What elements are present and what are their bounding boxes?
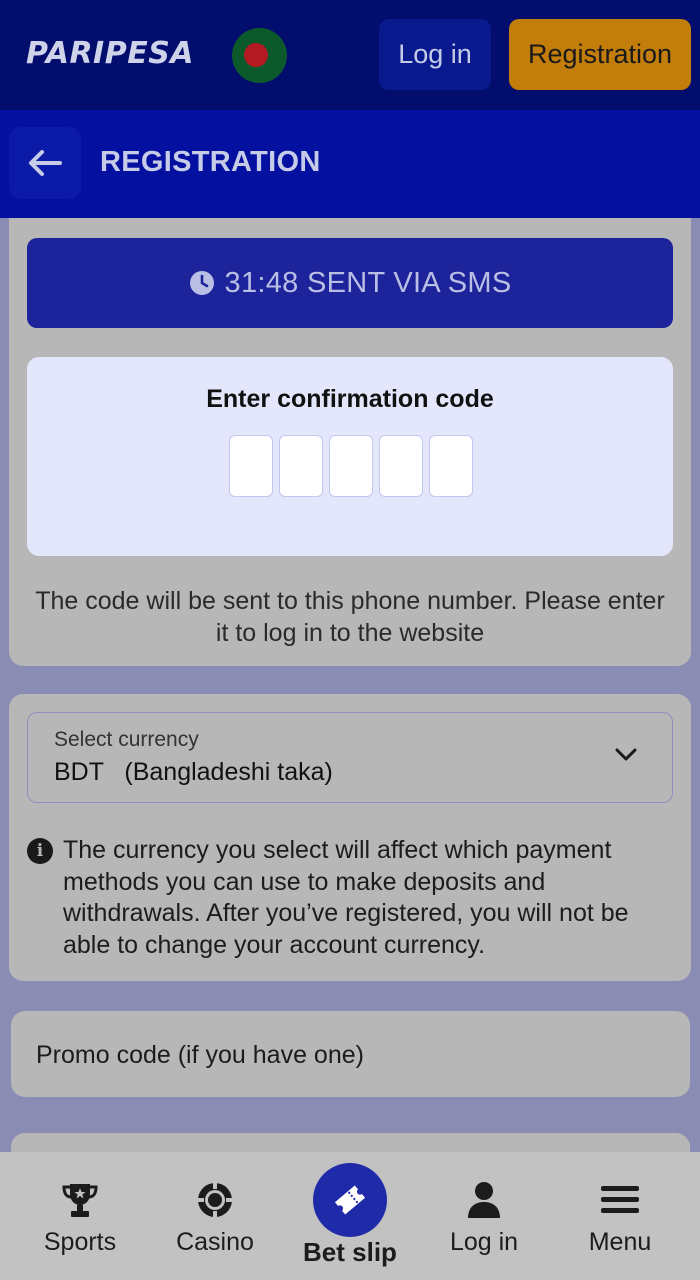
code-digit-input[interactable]	[429, 435, 473, 497]
nav-item-casino[interactable]: Casino	[165, 1152, 265, 1280]
nav-label-menu: Menu	[588, 1228, 652, 1256]
nav-item-login[interactable]: Log in	[434, 1152, 534, 1280]
casino-chip-icon	[196, 1178, 234, 1222]
sms-timer-text: 31:48 SENT VIA SMS	[224, 266, 512, 299]
nav-item-bet-slip[interactable]	[313, 1163, 387, 1237]
confirmation-code-title: Enter confirmation code	[206, 385, 494, 413]
confirmation-code-box: Enter confirmation code	[27, 357, 673, 556]
back-button[interactable]	[9, 127, 81, 199]
currency-select-label: Select currency	[54, 728, 199, 751]
currency-select-value: BDT (Bangladeshi taka)	[54, 758, 333, 786]
user-icon	[466, 1178, 502, 1222]
code-note-text: The code will be sent to this phone numb…	[35, 587, 665, 647]
clock-icon	[189, 270, 215, 296]
bangladesh-flag-icon[interactable]	[232, 28, 287, 83]
code-digit-input[interactable]	[279, 435, 323, 497]
code-digit-input[interactable]	[229, 435, 273, 497]
currency-select[interactable]: Select currency BDT (Bangladeshi taka)	[27, 712, 673, 803]
registration-title-bar: REGISTRATION	[0, 110, 700, 218]
ticket-icon	[334, 1185, 366, 1215]
currency-info-text: The currency you select will affect whic…	[63, 836, 629, 959]
promo-code-placeholder: Promo code (if you have one)	[36, 1041, 364, 1069]
header-login-button[interactable]: Log in	[379, 19, 491, 90]
page-title: REGISTRATION	[100, 146, 321, 178]
promo-code-field[interactable]: Promo code (if you have one)	[11, 1011, 690, 1097]
top-header: PARIPESA Log in Registration	[0, 0, 700, 110]
registration-screen: PARIPESA Log in Registration REGISTRATIO…	[0, 0, 700, 1280]
sms-timer-bar: 31:48 SENT VIA SMS	[27, 238, 673, 328]
code-digit-input[interactable]	[379, 435, 423, 497]
hamburger-menu-icon	[600, 1178, 640, 1222]
code-digit-input[interactable]	[329, 435, 373, 497]
nav-item-sports[interactable]: Sports	[30, 1152, 130, 1280]
chevron-down-icon[interactable]	[614, 747, 638, 763]
nav-item-menu[interactable]: Menu	[570, 1152, 670, 1280]
paripesa-logo[interactable]: PARIPESA	[26, 36, 194, 71]
nav-label-casino: Casino	[176, 1228, 254, 1256]
confirmation-code-inputs	[229, 435, 473, 497]
trophy-icon	[60, 1178, 100, 1222]
nav-label-sports: Sports	[43, 1228, 117, 1256]
nav-label-bet-slip[interactable]: Bet slip	[290, 1237, 410, 1268]
arrow-left-icon	[29, 150, 62, 176]
info-icon: i	[27, 838, 53, 864]
nav-label-login: Log in	[449, 1228, 519, 1256]
header-registration-button[interactable]: Registration	[509, 19, 691, 90]
